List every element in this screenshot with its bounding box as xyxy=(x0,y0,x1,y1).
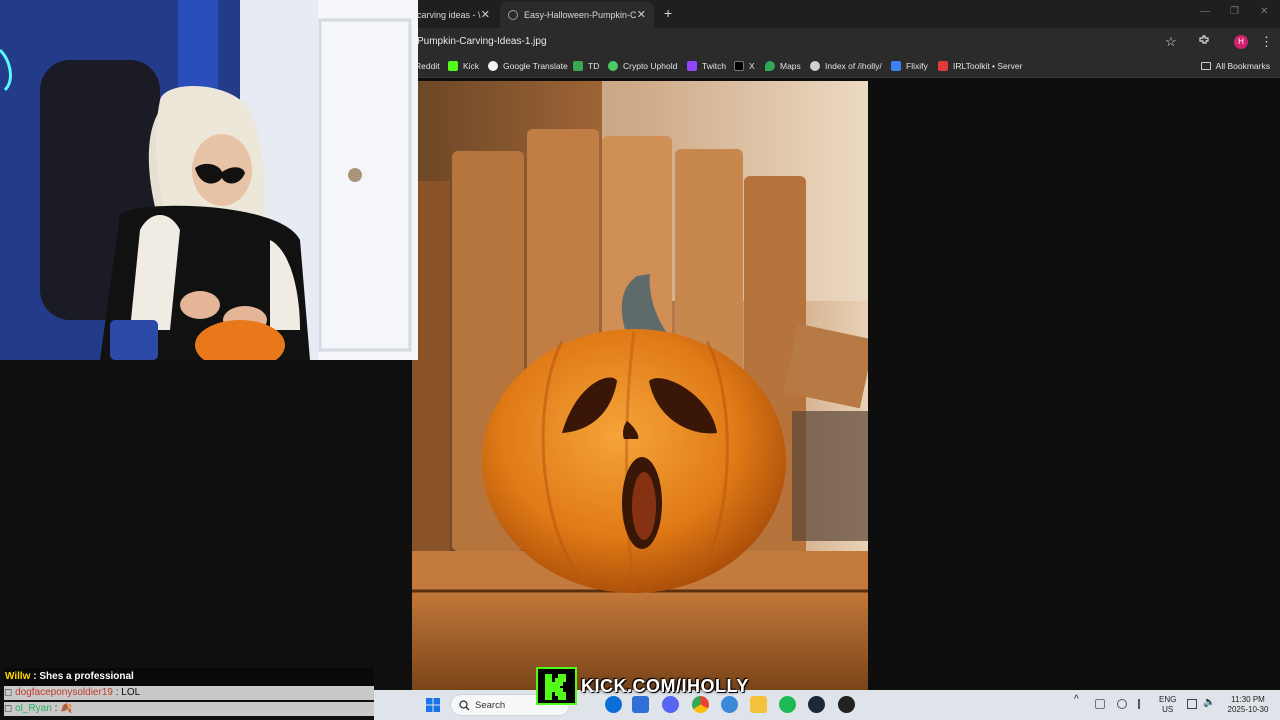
clock-time: 11:30 PM xyxy=(1231,695,1265,704)
star-icon[interactable]: ☆ xyxy=(1165,34,1177,50)
webcam-feed xyxy=(0,0,418,360)
chat-separator: : xyxy=(51,703,61,714)
pumpkin-illustration xyxy=(412,81,868,690)
bookmark-label: X xyxy=(749,61,755,71)
chat-text: Shes a professional xyxy=(39,671,134,682)
bookmark-label: Kick xyxy=(463,61,480,71)
volume-icon[interactable]: 🔈 xyxy=(1203,698,1215,708)
kick-icon xyxy=(448,61,458,71)
globe-icon xyxy=(810,61,820,71)
language-indicator[interactable]: ENG US xyxy=(1159,695,1176,715)
browser-window: carving ideas - \ ✕ Easy-Halloween-Pumpk… xyxy=(412,0,1280,690)
address-bar[interactable]: Pumpkin-Carving-Ideas-1.jpg ☆ ⋮ xyxy=(412,28,1280,56)
profile-avatar[interactable]: H xyxy=(1234,35,1248,49)
bookmarks-bar: Reddit Kick Google Translate TD Crypto U… xyxy=(412,56,1280,78)
bookmark-label: TD xyxy=(588,61,600,71)
tab-title: carving ideas - \ xyxy=(417,10,481,20)
globe-icon xyxy=(508,10,518,20)
irltoolkit-icon xyxy=(938,61,948,71)
bookmark-label: Flixify xyxy=(906,61,928,71)
file-explorer-icon[interactable] xyxy=(750,696,767,713)
badge-icon: ◻ xyxy=(4,687,13,698)
chat-username: dogfaceponysoldier19 xyxy=(15,687,113,698)
obs-icon[interactable] xyxy=(838,696,855,713)
kick-channel-text: KICK.COM/IHOLLY xyxy=(581,675,749,696)
bookmark-google-translate[interactable]: Google Translate xyxy=(488,61,568,71)
bookmark-label: Crypto Uphold xyxy=(623,61,678,71)
close-icon[interactable]: ✕ xyxy=(481,8,490,21)
restore-icon[interactable]: ❐ xyxy=(1230,6,1239,17)
plus-icon[interactable]: + xyxy=(664,5,672,21)
webcam-illustration xyxy=(0,0,418,360)
minimize-icon[interactable]: — xyxy=(1200,6,1210,17)
bookmark-label: Index of /iholly/ xyxy=(825,61,882,71)
bookmark-flixify[interactable]: Flixify xyxy=(891,61,928,71)
chat-username: Willw xyxy=(5,671,31,682)
screen: carving ideas - \ ✕ Easy-Halloween-Pumpk… xyxy=(0,0,1280,720)
clock-date: 2025-10-30 xyxy=(1227,705,1269,714)
url-text[interactable]: Pumpkin-Carving-Ideas-1.jpg xyxy=(417,36,547,47)
bookmark-irltoolkit[interactable]: IRLToolkit • Server xyxy=(938,61,1022,71)
extensions-icon[interactable] xyxy=(1198,34,1210,49)
all-bookmarks-label: All Bookmarks xyxy=(1215,61,1270,71)
chat-overlay: Willw : Shes a professional ◻ dogfacepon… xyxy=(0,665,374,720)
spotify-icon[interactable] xyxy=(779,696,796,713)
map-pin-icon xyxy=(765,61,775,71)
pumpkin-photo xyxy=(412,81,868,690)
network-icon[interactable] xyxy=(1187,699,1197,709)
bookmark-kick[interactable]: Kick xyxy=(448,61,479,71)
uphold-icon xyxy=(608,61,618,71)
close-icon[interactable]: ✕ xyxy=(637,8,646,21)
tray-app-icon[interactable] xyxy=(1117,699,1127,709)
close-window-icon[interactable]: ✕ xyxy=(1260,6,1268,17)
bookmark-label: IRLToolkit • Server xyxy=(953,61,1023,71)
tray-app-icon[interactable] xyxy=(1095,699,1105,709)
bookmark-label: Twitch xyxy=(702,61,727,71)
flixify-icon xyxy=(891,61,901,71)
td-icon xyxy=(573,61,583,71)
bookmark-label: Reddit xyxy=(415,61,440,71)
search-placeholder: Search xyxy=(475,700,506,711)
twitch-icon xyxy=(687,61,697,71)
chat-message: ◻ ol_Ryan : 🍂 xyxy=(4,702,374,716)
menu-kebab-icon[interactable]: ⋮ xyxy=(1260,34,1273,50)
badge-icon: ◻ xyxy=(4,703,13,714)
folder-icon xyxy=(1200,62,1211,70)
bookmark-label: Google Translate xyxy=(503,61,568,71)
search-icon xyxy=(459,700,470,711)
bookmark-twitch[interactable]: Twitch xyxy=(687,61,726,71)
chat-text: LOL xyxy=(121,687,141,698)
kick-overlay: KICK.COM/IHOLLY xyxy=(536,667,749,705)
chat-message: ◻ dogfaceponysoldier19 : LOL xyxy=(4,686,374,700)
chevron-up-icon[interactable]: ^ xyxy=(1074,695,1079,705)
google-icon xyxy=(488,61,498,71)
steam-icon[interactable] xyxy=(808,696,825,713)
tab-strip: carving ideas - \ ✕ Easy-Halloween-Pumpk… xyxy=(412,0,1280,28)
bookmark-label: Maps xyxy=(780,61,801,71)
bookmark-x[interactable]: X xyxy=(734,61,755,71)
tab-pumpkin-image[interactable]: Easy-Halloween-Pumpkin-Carvi ✕ xyxy=(500,2,654,28)
taskbar: Search ^ ENG US 🔈 11:30 PM 2025-10-30 xyxy=(374,690,1280,720)
microphone-icon[interactable] xyxy=(1138,699,1144,709)
x-icon xyxy=(734,61,744,71)
chat-message: Willw : Shes a professional xyxy=(4,668,374,686)
kick-logo-icon xyxy=(536,667,577,705)
chat-username: ol_Ryan xyxy=(15,703,52,714)
tab-title: Easy-Halloween-Pumpkin-Carvi xyxy=(524,10,636,20)
bookmark-reddit[interactable]: Reddit xyxy=(415,61,440,71)
bookmark-td[interactable]: TD xyxy=(573,61,599,71)
bookmark-index[interactable]: Index of /iholly/ xyxy=(810,61,882,71)
clock[interactable]: 11:30 PM 2025-10-30 xyxy=(1222,695,1274,715)
all-bookmarks-button[interactable]: All Bookmarks xyxy=(1200,61,1270,71)
bookmark-maps[interactable]: Maps xyxy=(765,61,801,71)
language-bottom: US xyxy=(1162,705,1174,714)
tab-carving-ideas[interactable]: carving ideas - \ ✕ xyxy=(412,2,498,28)
chat-text: 🍂 xyxy=(60,703,73,714)
windows-start-icon[interactable] xyxy=(426,698,440,712)
bookmark-crypto-uphold[interactable]: Crypto Uphold xyxy=(608,61,677,71)
language-top: ENG xyxy=(1159,695,1177,704)
